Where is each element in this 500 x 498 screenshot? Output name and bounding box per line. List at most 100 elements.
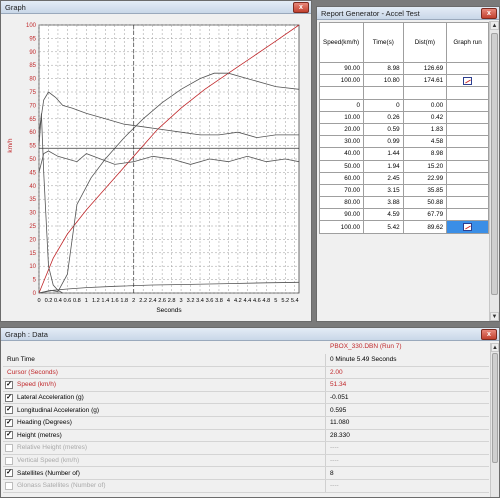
graph-run-cell: [446, 183, 489, 198]
speed-cell: 100.00: [319, 220, 364, 234]
speed-cell: 90.00: [319, 208, 364, 222]
data-row-checkbox[interactable]: [5, 456, 13, 465]
report-row[interactable]: [319, 86, 489, 100]
y-tick-label: 95: [29, 36, 36, 42]
report-table: Speed(km/h) Time(s) Dist(m) Graph run 90…: [319, 22, 489, 234]
time-cell: 0.59: [362, 122, 404, 137]
data-scroll-up-arrow-icon[interactable]: ▲: [491, 343, 499, 352]
report-row[interactable]: 100.00 5.42 89.62: [319, 220, 489, 234]
data-row-checkbox[interactable]: ✓: [5, 431, 13, 440]
speed-cell: 0: [319, 98, 364, 112]
time-cell: 3.15: [362, 183, 404, 198]
report-header-row: Speed(km/h) Time(s) Dist(m) Graph run: [319, 22, 489, 63]
report-row[interactable]: 20.00 0.59 1.83: [319, 122, 489, 137]
graph-run-cell[interactable]: [446, 74, 489, 88]
data-row-label: Glonass Satellites (Number of): [17, 482, 106, 490]
speed-cell: 90.00: [319, 61, 364, 76]
speed-cell: 10.00: [319, 110, 364, 124]
report-row[interactable]: 90.00 8.98 126.69: [319, 61, 489, 76]
col-header-graph-run[interactable]: Graph run: [446, 22, 489, 63]
dist-cell: 4.58: [402, 135, 448, 149]
report-generator-window: Report Generator - Accel Test x Speed(km…: [316, 6, 500, 322]
x-tick-label: 5.4: [291, 298, 299, 304]
report-row[interactable]: 50.00 1.94 15.20: [319, 159, 489, 173]
data-row[interactable]: Cursor (Seconds) 2.00: [3, 366, 489, 380]
dist-cell: 1.83: [402, 122, 448, 137]
data-row-divider: [325, 429, 326, 442]
report-titlebar[interactable]: Report Generator - Accel Test x: [317, 7, 499, 20]
data-row[interactable]: ✓ Satellites (Number of) 8: [3, 467, 489, 480]
data-row-label: Run Time: [7, 356, 35, 364]
y-tick-label: 25: [29, 224, 36, 230]
data-row-divider: [325, 366, 326, 379]
report-row[interactable]: 30.00 0.99 4.58: [319, 135, 489, 149]
graph-run-icon[interactable]: [463, 223, 473, 232]
data-row-checkbox[interactable]: [5, 481, 13, 490]
data-row[interactable]: ✓ Heading (Degrees) 11.080: [3, 416, 489, 430]
x-tick-label: 0.2: [45, 298, 53, 304]
data-close-button[interactable]: x: [481, 328, 497, 340]
data-scrollbar[interactable]: ▲: [490, 343, 499, 497]
report-scroll-thumb[interactable]: [491, 33, 498, 295]
data-row-divider: [325, 454, 326, 467]
data-row[interactable]: ✓ Lateral Acceleration (g) -0.051: [3, 391, 489, 405]
data-row-checkbox[interactable]: [5, 443, 13, 452]
data-row-checkbox[interactable]: ✓: [5, 418, 13, 427]
data-row[interactable]: Relative Height (metres) ----: [3, 442, 489, 455]
speed-time-chart[interactable]: 0510152025303540455055606570758085909510…: [2, 15, 310, 321]
data-row-value: -0.051: [330, 394, 349, 402]
data-row-label: Cursor (Seconds): [7, 368, 58, 376]
report-row[interactable]: 40.00 1.44 8.98: [319, 147, 489, 161]
scroll-down-arrow-icon[interactable]: ▼: [490, 312, 499, 321]
report-scrollbar[interactable]: ▲ ▼: [489, 21, 499, 321]
report-row[interactable]: 100.00 10.80 174.61: [319, 74, 489, 88]
report-row[interactable]: 0 0 0.00: [319, 98, 489, 112]
data-row-value: 0 Minute 5.49 Seconds: [330, 356, 397, 364]
col-header-speed[interactable]: Speed(km/h): [319, 22, 364, 63]
data-titlebar[interactable]: Graph : Data x: [1, 328, 499, 341]
x-tick-label: 5.2: [281, 298, 289, 304]
y-tick-label: 60: [29, 130, 36, 136]
data-row-value: 2.00: [330, 368, 343, 376]
data-row-checkbox[interactable]: ✓: [5, 380, 13, 389]
report-row[interactable]: 60.00 2.45 22.99: [319, 171, 489, 185]
report-close-button[interactable]: x: [481, 7, 497, 19]
data-row-divider: [325, 404, 326, 416]
graph-run-icon[interactable]: [463, 76, 473, 85]
dist-cell: 35.85: [402, 183, 448, 198]
report-row[interactable]: 90.00 4.59 67.79: [319, 208, 489, 222]
x-tick-label: 1.8: [120, 298, 128, 304]
y-tick-label: 90: [29, 50, 36, 56]
y-axis-label: km/h: [7, 138, 14, 152]
data-rows: Run Time 0 Minute 5.49 Seconds Cursor (Sec…: [3, 354, 489, 493]
scroll-up-arrow-icon[interactable]: ▲: [490, 21, 499, 30]
graph-titlebar[interactable]: Graph x: [1, 1, 311, 14]
data-scroll-thumb[interactable]: [492, 353, 498, 463]
data-row[interactable]: ✓ Speed (km/h) 51.34: [3, 379, 489, 392]
report-row[interactable]: 80.00 3.88 50.88: [319, 196, 489, 210]
data-file-name: PBOX_330.DBN (Run 7): [330, 343, 402, 350]
data-row[interactable]: Run Time 0 Minute 5.49 Seconds: [3, 354, 489, 367]
data-row[interactable]: Glonass Satellites (Number of) ----: [3, 479, 489, 493]
x-tick-label: 4.8: [262, 298, 270, 304]
data-row-checkbox[interactable]: ✓: [5, 393, 13, 402]
report-row[interactable]: 10.00 0.26 0.42: [319, 110, 489, 124]
report-row[interactable]: 70.00 3.15 35.85: [319, 183, 489, 198]
graph-close-button[interactable]: x: [293, 1, 309, 13]
y-tick-label: 10: [29, 264, 36, 270]
data-row[interactable]: Vertical Speed (km/h) ----: [3, 454, 489, 468]
data-row-divider: [325, 354, 326, 366]
data-row[interactable]: ✓ Height (metres) 28.330: [3, 429, 489, 443]
col-header-dist[interactable]: Dist(m): [402, 22, 448, 63]
data-header: PBOX_330.DBN (Run 7): [3, 343, 489, 353]
graph-run-cell: [446, 122, 489, 137]
x-tick-label: 3.2: [187, 298, 195, 304]
col-header-time[interactable]: Time(s): [362, 22, 404, 63]
data-row[interactable]: ✓ Longitudinal Acceleration (g) 0.595: [3, 404, 489, 417]
graph-run-cell[interactable]: [446, 220, 489, 234]
y-tick-label: 15: [29, 251, 36, 257]
time-cell: 0: [362, 98, 404, 112]
dist-cell: 15.20: [402, 159, 448, 173]
data-row-checkbox[interactable]: ✓: [5, 469, 13, 478]
data-row-checkbox[interactable]: ✓: [5, 406, 13, 415]
